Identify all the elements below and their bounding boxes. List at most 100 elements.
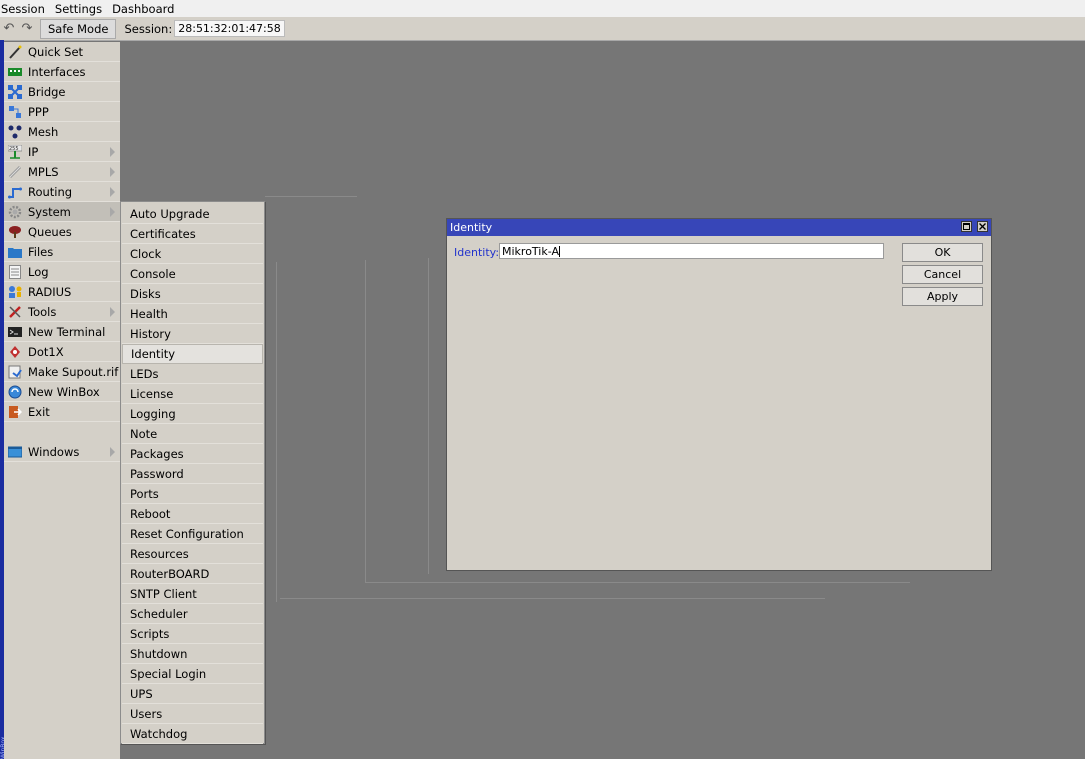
sidebar-item-interfaces[interactable]: Interfaces [4,62,120,82]
sidebar-item-label: RADIUS [28,284,72,299]
submenu-item-certificates[interactable]: Certificates [122,224,263,244]
sidebar-item-label: Log [28,264,49,279]
identity-input[interactable]: MikroTik-A [499,243,884,259]
submenu-item-routerboard[interactable]: RouterBOARD [122,564,263,584]
gear-icon [6,204,24,220]
sidebar-item-ip[interactable]: 255 IP [4,142,120,162]
sidebar-item-ppp[interactable]: PPP [4,102,120,122]
submenu-item-note[interactable]: Note [122,424,263,444]
terminal-icon [6,324,24,340]
sidebar-item-label: Tools [28,304,57,319]
sidebar-item-tools[interactable]: Tools [4,302,120,322]
ghost-window-outline [365,260,366,582]
submenu-item-console[interactable]: Console [122,264,263,284]
svg-text:255: 255 [9,146,19,152]
chevron-right-icon [110,167,115,177]
sidebar-item-files[interactable]: Files [4,242,120,262]
exit-icon [6,404,24,420]
redo-icon[interactable]: ↷ [18,20,36,38]
ghost-window-outline [265,196,357,197]
sidebar-item-bridge[interactable]: Bridge [4,82,120,102]
chevron-right-icon [110,187,115,197]
supout-icon [6,364,24,380]
submenu-item-leds[interactable]: LEDs [122,364,263,384]
ip-icon: 255 [6,144,24,160]
sidebar-item-radius[interactable]: RADIUS [4,282,120,302]
sidebar-item-make-supout[interactable]: Make Supout.rif [4,362,120,382]
menu-settings[interactable]: Settings [54,2,107,16]
sidebar-item-queues[interactable]: Queues [4,222,120,242]
submenu-item-logging[interactable]: Logging [122,404,263,424]
sidebar-item-mesh[interactable]: Mesh [4,122,120,142]
session-value: 28:51:32:01:47:58 [174,20,285,37]
submenu-item-clock[interactable]: Clock [122,244,263,264]
submenu-item-packages[interactable]: Packages [122,444,263,464]
submenu-item-health[interactable]: Health [122,304,263,324]
radius-icon [6,284,24,300]
sidebar-item-exit[interactable]: Exit [4,402,120,422]
submenu-item-identity[interactable]: Identity [122,344,263,364]
ghost-window-outline [428,258,429,574]
sidebar-item-label: Bridge [28,84,66,99]
submenu-item-users[interactable]: Users [122,704,263,724]
maximize-icon[interactable] [961,221,972,232]
sidebar-item-quick-set[interactable]: Quick Set [4,42,120,62]
winbox-icon [6,384,24,400]
tools-icon [6,304,24,320]
safe-mode-button[interactable]: Safe Mode [40,18,117,39]
dialog-titlebar[interactable]: Identity [447,219,991,236]
sidebar-item-label: System [28,204,71,219]
folder-icon [6,244,24,260]
sidebar-item-dot1x[interactable]: Dot1X [4,342,120,362]
cancel-button[interactable]: Cancel [902,265,983,284]
submenu-item-scripts[interactable]: Scripts [122,624,263,644]
submenu-item-ports[interactable]: Ports [122,484,263,504]
sidebar-item-system[interactable]: System [4,202,120,222]
apply-button[interactable]: Apply [902,287,983,306]
submenu-item-password[interactable]: Password [122,464,263,484]
wand-icon [6,44,24,60]
mpls-icon [6,164,24,180]
sidebar-item-new-terminal[interactable]: New Terminal [4,322,120,342]
log-icon [6,264,24,280]
submenu-item-resources[interactable]: Resources [122,544,263,564]
submenu-item-ups[interactable]: UPS [122,684,263,704]
sidebar-item-label: PPP [28,104,49,119]
chevron-right-icon [110,447,115,457]
undo-icon[interactable]: ↶ [0,20,18,38]
submenu-item-disks[interactable]: Disks [122,284,263,304]
sidebar-item-routing[interactable]: Routing [4,182,120,202]
text-cursor [559,245,560,257]
system-submenu: Auto Upgrade Certificates Clock Console … [120,201,265,744]
submenu-item-sntp-client[interactable]: SNTP Client [122,584,263,604]
sidebar-item-label: Windows [28,444,80,459]
submenu-item-watchdog[interactable]: Watchdog [122,724,263,744]
submenu-item-history[interactable]: History [122,324,263,344]
dialog-title: Identity [450,221,493,234]
submenu-item-scheduler[interactable]: Scheduler [122,604,263,624]
sidebar-item-new-winbox[interactable]: New WinBox [4,382,120,402]
sidebar-item-label: Dot1X [28,344,64,359]
bridge-icon [6,84,24,100]
submenu-item-auto-upgrade[interactable]: Auto Upgrade [122,204,263,224]
close-icon[interactable] [977,221,988,232]
sidebar-item-label: Mesh [28,124,59,139]
sidebar-item-label: MPLS [28,164,59,179]
submenu-item-reset-configuration[interactable]: Reset Configuration [122,524,263,544]
sidebar-item-log[interactable]: Log [4,262,120,282]
chevron-right-icon [110,307,115,317]
sidebar-item-label: Make Supout.rif [28,364,119,379]
sidebar-item-mpls[interactable]: MPLS [4,162,120,182]
mesh-icon [6,124,24,140]
ppp-icon [6,104,24,120]
sidebar-item-label: Files [28,244,54,259]
submenu-item-special-login[interactable]: Special Login [122,664,263,684]
ghost-window-outline [276,262,277,602]
sidebar-item-windows[interactable]: Windows [4,442,120,462]
ok-button[interactable]: OK [902,243,983,262]
submenu-item-shutdown[interactable]: Shutdown [122,644,263,664]
submenu-item-license[interactable]: License [122,384,263,404]
submenu-item-reboot[interactable]: Reboot [122,504,263,524]
menu-session[interactable]: Session [0,2,50,16]
menu-dashboard[interactable]: Dashboard [111,2,179,16]
